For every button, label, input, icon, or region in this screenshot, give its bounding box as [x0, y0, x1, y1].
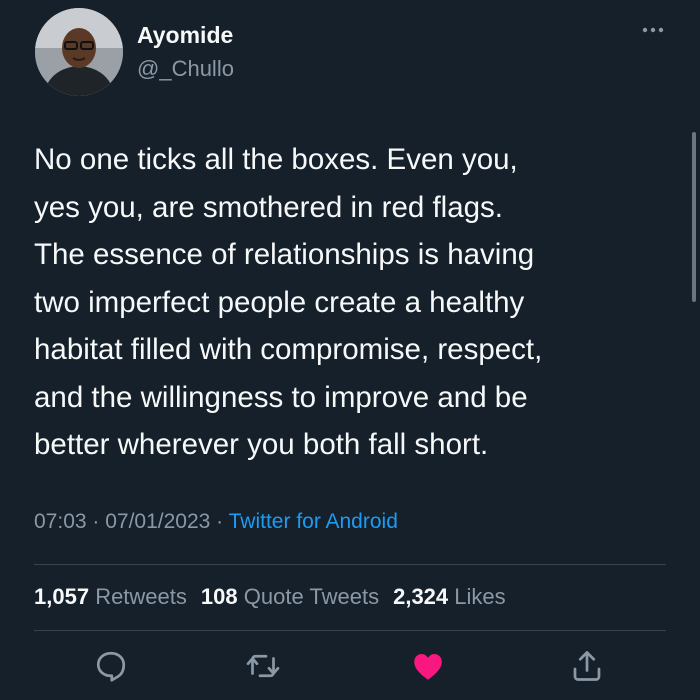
tweet: Ayomide @_Chullo No one ticks all the bo… — [0, 0, 700, 700]
tweet-actions — [0, 648, 700, 688]
scrollbar[interactable] — [692, 132, 696, 302]
author-handle[interactable]: @_Chullo — [137, 56, 234, 82]
reply-icon[interactable] — [93, 648, 129, 684]
quote-tweets-label: Quote Tweets — [243, 584, 380, 609]
tweet-text: No one ticks all the boxes. Even you, ye… — [34, 143, 543, 461]
share-icon[interactable] — [569, 648, 605, 684]
avatar-image — [35, 8, 123, 96]
quote-tweets-count: 108 — [200, 584, 238, 609]
retweet-icon[interactable] — [245, 648, 281, 684]
tweet-time[interactable]: 07:03 — [34, 510, 87, 533]
retweets-stat[interactable]: 1,057 Retweets — [34, 584, 187, 609]
quote-tweets-stat[interactable]: 108 Quote Tweets — [201, 584, 379, 609]
author-name[interactable]: Ayomide — [137, 22, 233, 49]
tweet-stats: 1,057 Retweets 108 Quote Tweets 2,324 Like… — [34, 584, 506, 610]
divider — [34, 630, 666, 631]
tweet-meta: 07:03 · 07/01/2023 · Twitter for Android — [34, 510, 398, 534]
likes-label: Likes — [454, 584, 506, 609]
likes-stat[interactable]: 2,324 Likes — [393, 584, 506, 609]
divider — [34, 564, 666, 565]
heart-icon[interactable] — [410, 648, 446, 684]
meta-separator: · — [86, 510, 106, 533]
tweet-date[interactable]: 07/01/2023 — [105, 510, 210, 533]
tweet-source-link[interactable]: Twitter for Android — [229, 510, 398, 533]
avatar[interactable] — [35, 8, 123, 96]
meta-separator: · — [210, 510, 229, 533]
more-options-icon[interactable] — [640, 22, 666, 38]
retweets-label: Retweets — [95, 584, 187, 609]
likes-count: 2,324 — [393, 584, 449, 609]
retweets-count: 1,057 — [34, 584, 90, 609]
